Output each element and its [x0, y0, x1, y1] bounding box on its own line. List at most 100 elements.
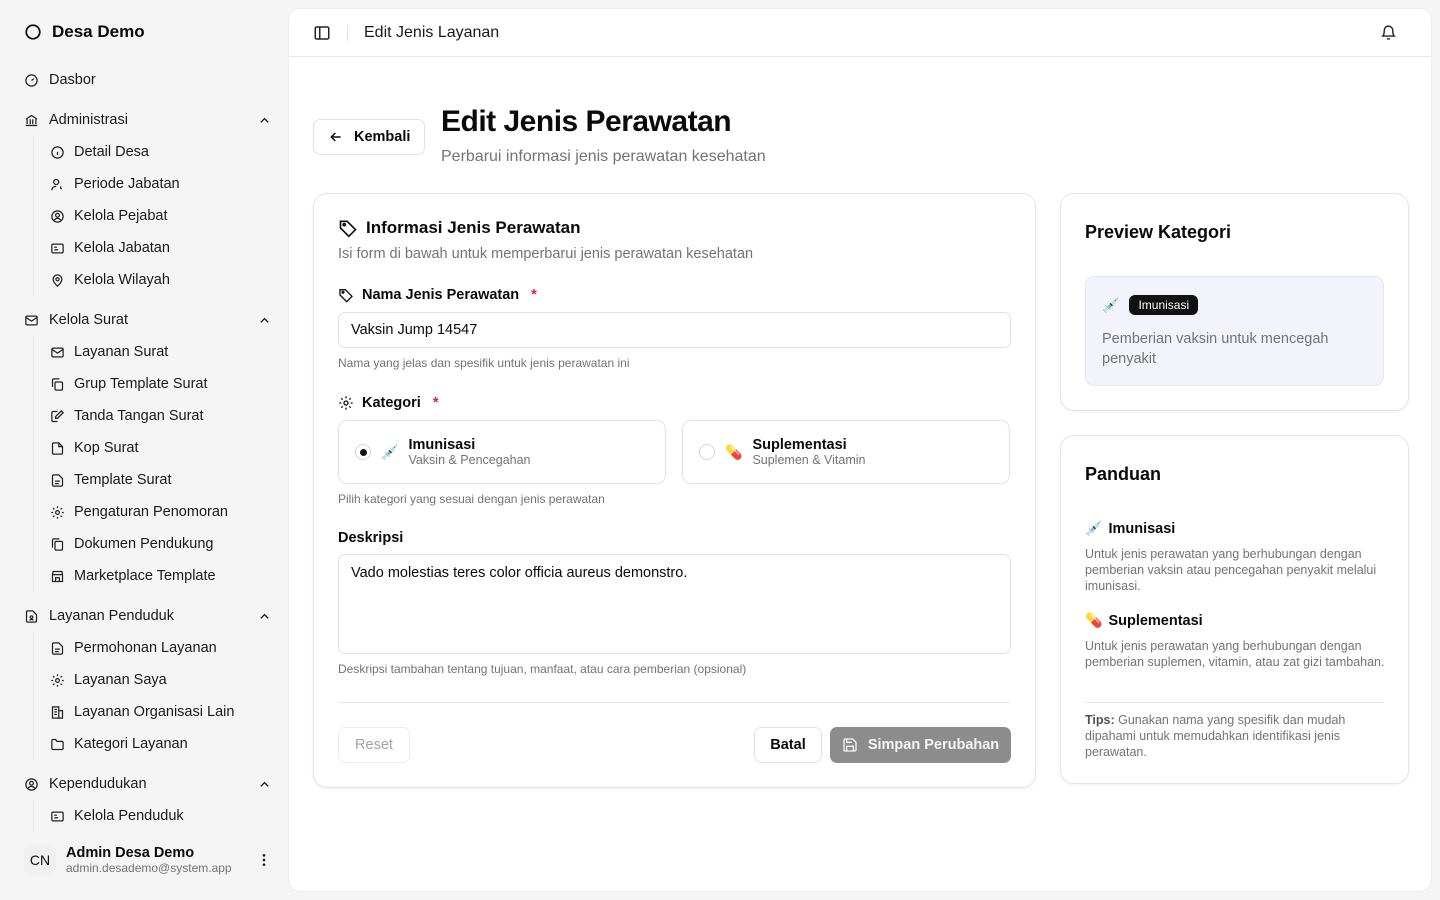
more-vertical-icon[interactable] [256, 852, 272, 868]
sidebar-item-permohonan-layanan[interactable]: Permohonan Layanan [42, 632, 280, 664]
sidebar-item-detail-desa[interactable]: Detail Desa [42, 136, 280, 168]
sidebar-item-label: Layanan Organisasi Lain [74, 704, 235, 720]
description-textarea[interactable]: Vado molestias teres color officia aureu… [338, 554, 1011, 654]
gear-icon [51, 505, 64, 519]
sidebar-item-marketplace-template[interactable]: Marketplace Template [42, 560, 280, 592]
sidebar-item-dokumen-pendukung[interactable]: Dokumen Pendukung [42, 528, 280, 560]
page-subtitle: Perbarui informasi jenis perawatan keseh… [441, 148, 766, 165]
user-circle-icon [51, 209, 64, 223]
chevron-up-icon [260, 317, 269, 323]
tip-text: Gunakan nama yang spesifik dan mudah dip… [1085, 713, 1346, 759]
id-card-icon [51, 811, 64, 821]
radio-unselected[interactable] [699, 444, 715, 460]
form-card-title: Informasi Jenis Perawatan [338, 218, 580, 238]
sidebar-group-kependudukan[interactable]: Kependudukan [16, 768, 280, 800]
category-option-suplementasi[interactable]: 💊 Suplementasi Suplemen & Vitamin [682, 420, 1010, 484]
nav-group-layanan-penduduk: Layanan Penduduk Permohonan Layanan Laya… [16, 600, 280, 760]
sidebar-item-kelola-pejabat[interactable]: Kelola Pejabat [42, 200, 280, 232]
sidebar-item-label: Pengaturan Penomoran [74, 504, 228, 520]
cancel-button[interactable]: Batal [754, 727, 822, 763]
pill-icon: 💊 [1085, 612, 1103, 628]
description-label-text: Deskripsi [338, 530, 404, 546]
bell-icon[interactable] [1380, 24, 1397, 41]
form-card: Informasi Jenis Perawatan Isi form di ba… [313, 193, 1036, 788]
radio-selected[interactable] [355, 444, 371, 460]
sidebar-item-kelola-jabatan[interactable]: Kelola Jabatan [42, 232, 280, 264]
sidebar-item-kop-surat[interactable]: Kop Surat [42, 432, 280, 464]
folder-icon [51, 738, 64, 750]
sidebar-toggle-icon[interactable] [313, 24, 331, 42]
sidebar-group-label: Layanan Penduduk [49, 608, 174, 624]
building-icon [51, 705, 64, 719]
description-value: Vado molestias teres color officia aureu… [351, 565, 688, 581]
sidebar-item-label: Template Surat [74, 472, 172, 488]
gear-icon [51, 673, 64, 687]
sidebar-item-label: Kelola Pejabat [74, 208, 168, 224]
guide-item-suplementasi: 💊 Suplementasi [1085, 612, 1203, 629]
brand-name: Desa Demo [52, 22, 145, 41]
nav-group-kependudukan: Kependudukan Kelola Penduduk [16, 768, 280, 832]
preview-header: 💉 Imunisasi [1102, 295, 1199, 315]
file-text-icon [51, 641, 64, 655]
nav-group-kelola-surat: Kelola Surat Layanan Surat Grup Template… [16, 304, 280, 592]
sidebar-item-kategori-layanan[interactable]: Kategori Layanan [42, 728, 280, 760]
sidebar-item-kelola-wilayah[interactable]: Kelola Wilayah [42, 264, 280, 296]
sidebar-item-kelola-penduduk[interactable]: Kelola Penduduk [42, 800, 280, 832]
sidebar-item-label: Kelola Penduduk [74, 808, 184, 824]
save-button[interactable]: Simpan Perubahan [830, 727, 1011, 763]
sidebar-item-dasbor[interactable]: Dasbor [16, 64, 280, 96]
sidebar-item-label: Kategori Layanan [74, 736, 188, 752]
mail-icon [51, 347, 64, 357]
sidebar-group-label: Administrasi [49, 112, 128, 128]
sidebar-item-template-surat[interactable]: Template Surat [42, 464, 280, 496]
guide-item-title: Imunisasi [1108, 520, 1176, 537]
sidebar-item-layanan-organisasi-lain[interactable]: Layanan Organisasi Lain [42, 696, 280, 728]
name-label-text: Nama Jenis Perawatan [362, 287, 520, 303]
save-icon [843, 738, 857, 752]
user-menu[interactable]: CN Admin Desa Demo admin.desademo@system… [24, 840, 272, 880]
guide-item-text: Untuk jenis perawatan yang berhubungan d… [1085, 639, 1385, 669]
gear-icon [339, 396, 353, 410]
back-button[interactable]: Kembali [313, 119, 425, 155]
sidebar-item-label: Kelola Jabatan [74, 240, 170, 256]
reset-button[interactable]: Reset [338, 727, 410, 763]
file-icon [51, 441, 64, 455]
syringe-icon: 💉 [1085, 520, 1103, 536]
arrow-left-icon [330, 132, 341, 142]
category-option-imunisasi[interactable]: 💉 Imunisasi Vaksin & Pencegahan [338, 420, 666, 484]
sidebar-item-label: Detail Desa [74, 144, 149, 160]
sidebar-item-tanda-tangan-surat[interactable]: Tanda Tangan Surat [42, 400, 280, 432]
name-input-value: Vaksin Jump 14547 [351, 322, 478, 338]
pill-icon: 💊 [725, 443, 743, 460]
guide-divider [1085, 702, 1384, 703]
sidebar-item-label: Kop Surat [74, 440, 139, 456]
description-label: Deskripsi [338, 530, 403, 546]
chevron-up-icon [260, 613, 269, 619]
file-user-icon [25, 609, 38, 623]
name-input[interactable]: Vaksin Jump 14547 [338, 312, 1011, 348]
category-option-title: Suplementasi [752, 436, 847, 453]
sidebar-item-pengaturan-penomoran[interactable]: Pengaturan Penomoran [42, 496, 280, 528]
form-description: Isi form di bawah untuk memperbarui jeni… [338, 246, 754, 262]
sidebar-item-grup-template-surat[interactable]: Grup Template Surat [42, 368, 280, 400]
sidebar-item-periode-jabatan[interactable]: Periode Jabatan [42, 168, 280, 200]
nav-sub-administrasi: Detail Desa Periode Jabatan Kelola Pejab… [33, 136, 280, 296]
sidebar-group-administrasi[interactable]: Administrasi [16, 104, 280, 136]
sidebar-group-kelola-surat[interactable]: Kelola Surat [16, 304, 280, 336]
user-info: Admin Desa Demo admin.desademo@system.ap… [66, 845, 238, 875]
category-label: Kategori * [338, 395, 438, 411]
sidebar: Desa Demo Dasbor Administrasi Detail Des… [0, 0, 288, 900]
back-button-label: Kembali [354, 129, 411, 145]
sidebar-item-label: Marketplace Template [74, 568, 216, 584]
name-label: Nama Jenis Perawatan * [338, 287, 537, 303]
tag-icon [339, 220, 357, 238]
brand[interactable]: Desa Demo [24, 22, 145, 42]
category-option-sub: Vaksin & Pencegahan [408, 452, 531, 467]
sidebar-group-layanan-penduduk[interactable]: Layanan Penduduk [16, 600, 280, 632]
sidebar-item-layanan-saya[interactable]: Layanan Saya [42, 664, 280, 696]
preview-title: Preview Kategori [1085, 222, 1232, 242]
nav-sub-kependudukan: Kelola Penduduk [33, 800, 280, 832]
sidebar-item-layanan-surat[interactable]: Layanan Surat [42, 336, 280, 368]
user-circle-icon [25, 777, 38, 791]
id-card-icon [51, 243, 64, 253]
